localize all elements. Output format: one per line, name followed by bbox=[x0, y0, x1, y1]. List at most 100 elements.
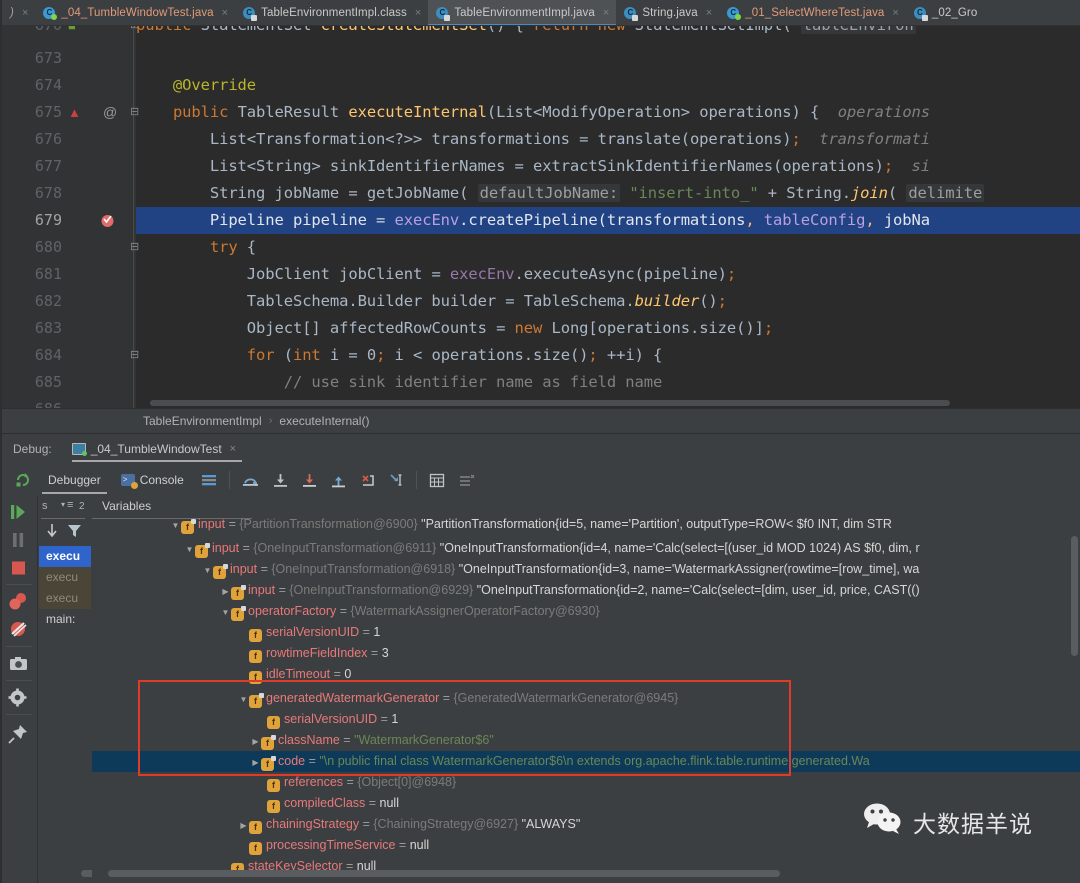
variables-horizontal-scrollbar[interactable] bbox=[108, 870, 780, 877]
editor-tab-04-tumblewindowtest[interactable]: C _04_TumbleWindowTest.java × bbox=[35, 0, 235, 25]
variable-name: input bbox=[212, 541, 240, 555]
expand-arrow-icon[interactable]: ▼ bbox=[202, 561, 213, 580]
variable-row[interactable]: f serialVersionUID = 1 bbox=[256, 709, 1080, 730]
frames-pane[interactable]: s ▾ ≡ 2 execu execu execu main: bbox=[39, 496, 115, 883]
close-icon[interactable]: × bbox=[222, 7, 228, 19]
debugger-toolbar[interactable]: Debugger > Console bbox=[0, 464, 1080, 496]
close-icon[interactable]: × bbox=[415, 7, 421, 19]
variable-row[interactable]: f rowtimeFieldIndex = 3 bbox=[238, 643, 1080, 664]
class-file-icon: C bbox=[243, 6, 258, 21]
code-editor[interactable]: 670 ■ ⊞ public StatementSet createStatem… bbox=[0, 26, 1080, 408]
expand-arrow-icon[interactable]: ▶ bbox=[238, 816, 249, 835]
override-marker-icon[interactable]: ▲ bbox=[68, 99, 81, 126]
pin-icon[interactable] bbox=[8, 724, 30, 746]
close-icon[interactable]: × bbox=[603, 7, 609, 19]
expand-arrow-icon[interactable]: ▶ bbox=[250, 732, 261, 751]
debug-session-tab[interactable]: _04_TumbleWindowTest × bbox=[71, 434, 243, 464]
frame-row[interactable]: main: bbox=[39, 609, 91, 630]
step-into-icon[interactable] bbox=[266, 464, 295, 496]
console-icon: > bbox=[120, 474, 138, 489]
code-line-682: 682 TableSchema.Builder builder = TableS… bbox=[0, 288, 1080, 315]
layout-settings-icon[interactable] bbox=[194, 464, 224, 496]
field-icon: f bbox=[249, 821, 262, 834]
variable-row[interactable]: f serialVersionUID = 1 bbox=[238, 622, 1080, 643]
editor-tab-02-gro[interactable]: C _02_Gro bbox=[906, 0, 984, 25]
variable-row-code[interactable]: ▶ f code = "\n public final class Watermar… bbox=[92, 751, 1080, 772]
sort-icon[interactable] bbox=[45, 523, 59, 544]
line-number: 680 bbox=[34, 238, 62, 256]
expand-arrow-icon[interactable]: ▼ bbox=[184, 540, 195, 559]
variable-value: "OneInputTransformation{id=2, name='Calc… bbox=[473, 583, 920, 597]
chevron-down-icon[interactable]: ▾ bbox=[61, 500, 65, 509]
variable-row-generated-watermark-generator[interactable]: ▼ f generatedWatermarkGenerator = {Generat… bbox=[238, 688, 1080, 709]
breadcrumb-class[interactable]: TableEnvironmentImpl bbox=[143, 414, 262, 428]
expand-arrow-icon[interactable]: ▶ bbox=[250, 753, 261, 772]
pause-program-icon[interactable] bbox=[8, 530, 30, 552]
editor-tab-tableenvironmentimpl-class[interactable]: C TableEnvironmentImpl.class × bbox=[235, 0, 428, 25]
frame-row[interactable]: execu bbox=[39, 546, 91, 567]
field-icon: f bbox=[249, 650, 262, 663]
debugger-side-rail[interactable] bbox=[0, 496, 38, 883]
equals: = bbox=[343, 775, 358, 789]
frame-row[interactable]: execu bbox=[39, 588, 91, 609]
tab-debugger[interactable]: Debugger bbox=[38, 464, 111, 496]
breadcrumb[interactable]: TableEnvironmentImpl › executeInternal() bbox=[0, 408, 1080, 434]
close-icon[interactable]: × bbox=[230, 443, 236, 455]
close-icon[interactable]: × bbox=[706, 7, 712, 19]
close-icon[interactable]: × bbox=[892, 7, 898, 19]
rerun-icon[interactable] bbox=[8, 464, 38, 496]
mute-breakpoints-icon[interactable] bbox=[452, 464, 482, 496]
editor-horizontal-scrollbar[interactable] bbox=[150, 400, 950, 406]
frame-row[interactable]: execu bbox=[39, 567, 91, 588]
variable-row[interactable]: f references = {Object[0]@6948} bbox=[256, 772, 1080, 793]
drop-frame-icon[interactable] bbox=[353, 464, 382, 496]
mute-breakpoints-icon[interactable] bbox=[8, 619, 30, 641]
variable-name: input bbox=[198, 517, 226, 531]
filter-icon[interactable] bbox=[67, 523, 82, 544]
step-out-icon[interactable] bbox=[324, 464, 353, 496]
resume-program-icon[interactable] bbox=[8, 502, 30, 524]
run-to-cursor-icon[interactable] bbox=[382, 464, 411, 496]
tab-label: _02_Gro bbox=[931, 7, 978, 19]
variables-vertical-scrollbar[interactable] bbox=[1071, 536, 1078, 656]
variable-row[interactable]: ▼ f input = {PartitionTransformation@6900}… bbox=[170, 514, 1080, 535]
variable-row[interactable]: ▶ f input = {OneInputTransformation@6929} … bbox=[220, 580, 1080, 601]
line-number: 684 bbox=[34, 346, 62, 364]
editor-tab-bar[interactable]: ) × C _04_TumbleWindowTest.java × C Tabl… bbox=[0, 0, 1080, 26]
step-over-icon[interactable] bbox=[235, 464, 266, 496]
collapse-arrow-icon[interactable]: ▼ bbox=[238, 690, 249, 709]
view-breakpoints-icon[interactable] bbox=[8, 591, 30, 613]
variable-name: idleTimeout bbox=[266, 667, 331, 681]
code-text: String jobName = getJobName( defaultJobN… bbox=[209, 184, 985, 202]
code-text: Object[] affectedRowCounts = new Long[op… bbox=[246, 319, 774, 337]
variable-row[interactable]: f idleTimeout = 0 bbox=[238, 664, 1080, 685]
force-step-into-icon[interactable] bbox=[295, 464, 324, 496]
variable-row-classname[interactable]: ▶ f className = "WatermarkGenerator$6" bbox=[250, 730, 1080, 751]
editor-tab-partial[interactable]: ) × bbox=[0, 0, 35, 25]
variable-ref: {ChainingStrategy@6927} bbox=[373, 817, 519, 831]
editor-tab-string-java[interactable]: C String.java × bbox=[616, 0, 719, 25]
expand-arrow-icon[interactable]: ▼ bbox=[220, 603, 231, 622]
variable-name: chainingStrategy bbox=[266, 817, 360, 831]
variable-row[interactable]: ▼ f operatorFactory = {WatermarkAssignerOp… bbox=[220, 601, 1080, 622]
screenshot-icon[interactable] bbox=[8, 654, 30, 676]
variable-name: input bbox=[230, 562, 258, 576]
window-left-edge bbox=[0, 0, 2, 883]
tab-console[interactable]: > Console bbox=[111, 464, 194, 496]
stop-icon[interactable] bbox=[8, 558, 30, 580]
variable-row[interactable]: ▼ f input = {OneInputTransformation@6918} … bbox=[202, 559, 1080, 580]
code-text: for (int i = 0; i < operations.size(); +… bbox=[246, 346, 663, 364]
expand-arrow-icon[interactable]: ▼ bbox=[170, 516, 181, 535]
breadcrumb-method[interactable]: executeInternal() bbox=[279, 414, 369, 428]
code-line-681: 681 JobClient jobClient = execEnv.execut… bbox=[0, 261, 1080, 288]
evaluate-expression-icon[interactable] bbox=[422, 464, 452, 496]
breakpoint-icon[interactable] bbox=[100, 207, 115, 234]
frames-list-icon[interactable]: ≡ bbox=[67, 499, 73, 511]
settings-icon[interactable] bbox=[8, 688, 30, 710]
collapse-arrow-icon[interactable]: ▶ bbox=[220, 582, 231, 601]
close-icon[interactable]: × bbox=[22, 7, 28, 19]
editor-tab-01-selectwheretest[interactable]: C _01_SelectWhereTest.java × bbox=[719, 0, 906, 25]
editor-tab-tableenvironmentimpl-java[interactable]: C TableEnvironmentImpl.java × bbox=[428, 0, 617, 25]
bookmark-icon[interactable]: ■ bbox=[68, 26, 76, 39]
variable-row[interactable]: ▼ f input = {OneInputTransformation@6911} … bbox=[184, 538, 1080, 559]
